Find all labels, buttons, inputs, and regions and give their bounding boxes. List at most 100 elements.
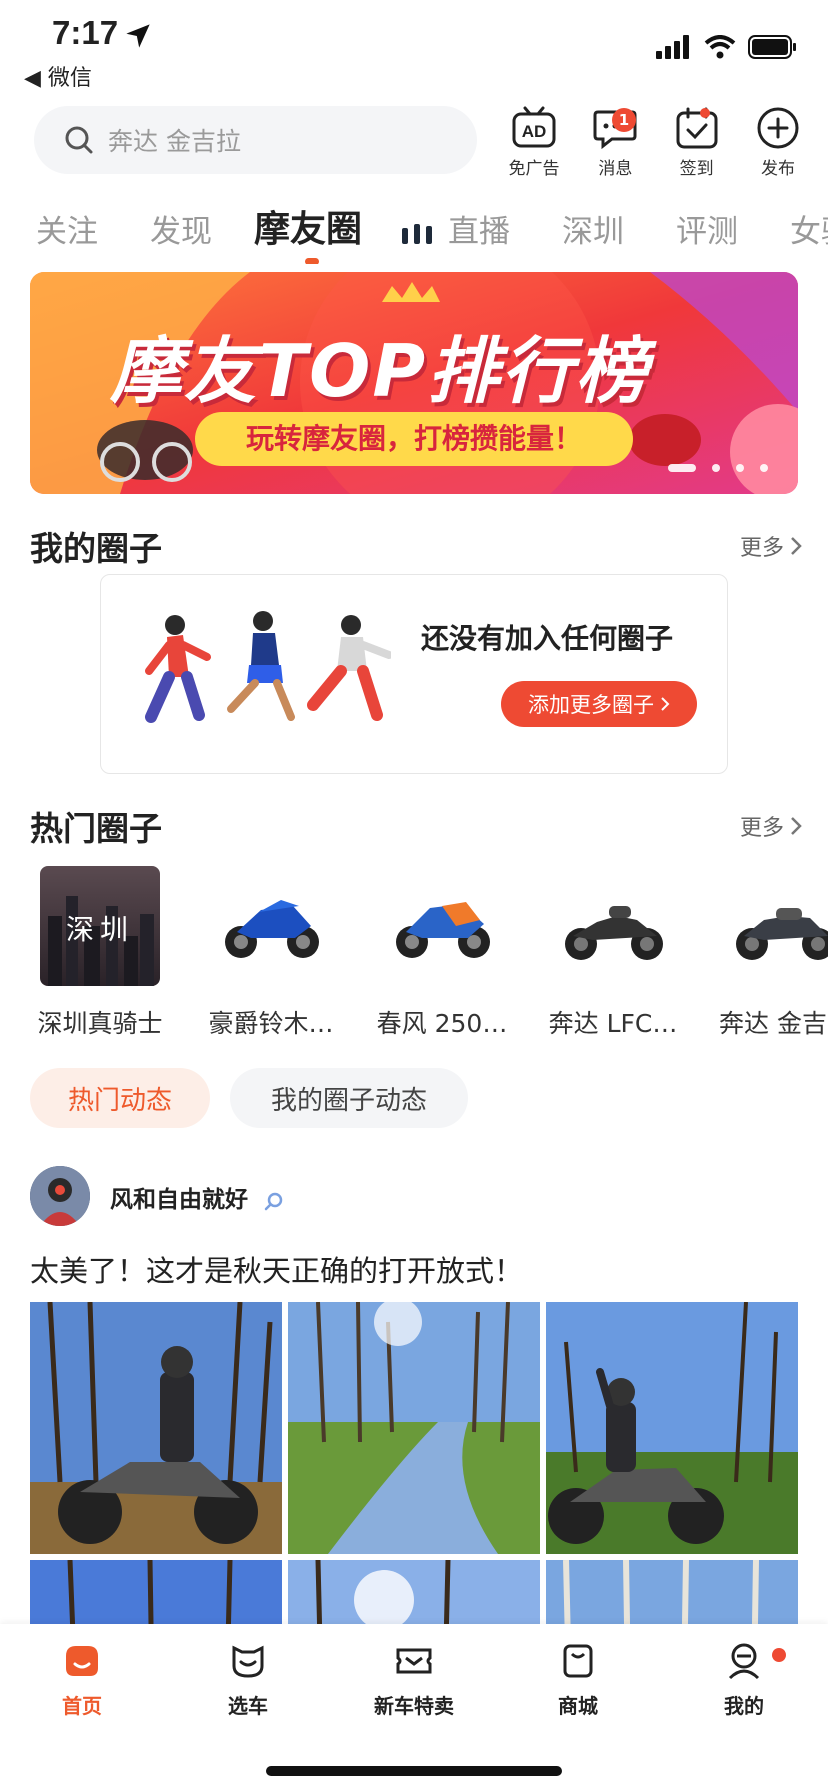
publish-label: 发布 xyxy=(760,159,795,179)
ranking-banner[interactable]: 摩友TOP排行榜 玩转摩友圈，打榜攒能量！ xyxy=(30,272,798,494)
more-label: 更多 xyxy=(739,816,784,841)
checkin-dot xyxy=(700,108,710,118)
avatar[interactable] xyxy=(30,1166,90,1226)
motorcycle-image xyxy=(736,908,828,960)
active-tab-indicator xyxy=(305,258,319,264)
motorcycle-image xyxy=(565,906,663,960)
tab-discover[interactable]: 发现 xyxy=(150,206,212,251)
tab-select-car-label: 选车 xyxy=(228,1694,268,1718)
add-circles-button[interactable]: 添加更多圈子 xyxy=(501,681,697,727)
shop-icon xyxy=(563,1644,593,1678)
post-text: 太美了！这才是秋天正确的打开放式！ xyxy=(30,1254,524,1288)
carousel-dot xyxy=(712,464,720,472)
banner-title: 摩友TOP排行榜 xyxy=(110,329,650,413)
carousel-dot xyxy=(736,464,744,472)
checkin-icon xyxy=(676,107,718,149)
no-ads-button[interactable]: AD 免广告 xyxy=(496,106,572,186)
hot-circles-list: 深圳 深圳真骑士 豪爵铃木… 春风 250… 奔达 LFC… 奔达 金吉 xyxy=(0,860,828,1040)
circle-thumbnail xyxy=(553,866,673,986)
hot-circle-item[interactable]: 深圳 深圳真骑士 xyxy=(15,860,185,1040)
circle-thumbnail xyxy=(211,866,331,986)
signal-icon xyxy=(656,35,689,59)
tab-female-rider[interactable]: 女骑 xyxy=(790,206,828,251)
message-badge: 1 xyxy=(612,108,636,132)
chevron-right-icon xyxy=(791,817,802,835)
back-to-app[interactable]: ◀ 微信 xyxy=(24,60,92,92)
publish-button[interactable]: 发布 xyxy=(740,106,816,186)
tab-shop[interactable]: 商城 xyxy=(518,1642,638,1719)
ad-icon: AD xyxy=(512,106,556,148)
tab-shop-label: 商城 xyxy=(558,1694,598,1718)
forest-stream-photo xyxy=(288,1302,540,1554)
post-photo-grid xyxy=(30,1302,798,1624)
messages-label: 消息 xyxy=(598,159,633,179)
username-label: 风和自由就好 xyxy=(110,1187,248,1213)
circle-name: 深圳真骑士 xyxy=(37,1009,163,1038)
plus-circle-icon xyxy=(757,107,799,149)
svg-text:AD: AD xyxy=(522,122,547,141)
status-time: 7:17 xyxy=(52,14,119,51)
empty-circles-card: 还没有加入任何圈子 添加更多圈子 xyxy=(100,574,728,774)
more-label: 更多 xyxy=(739,536,784,561)
filter-hot-feed[interactable]: 热门动态 xyxy=(30,1068,210,1128)
status-icons xyxy=(656,34,798,60)
tab-follow[interactable]: 关注 xyxy=(36,206,98,251)
tab-new-car-sale-label: 新车特卖 xyxy=(374,1694,454,1718)
post-photo[interactable] xyxy=(288,1560,540,1624)
no-ads-label: 免广告 xyxy=(508,159,560,179)
circle-thumbnail: 深圳 xyxy=(40,866,160,986)
search-bar[interactable]: 奔达 金吉拉 xyxy=(34,106,477,174)
rider-avatar-image xyxy=(30,1166,90,1226)
tab-live[interactable]: 直播 xyxy=(448,206,510,251)
my-circles-title: 我的圈子 xyxy=(30,529,162,568)
battery-icon xyxy=(748,35,796,59)
hot-circles-more[interactable]: 更多 xyxy=(740,810,802,842)
my-circles-more[interactable]: 更多 xyxy=(740,530,802,562)
checkin-button[interactable]: 签到 xyxy=(659,106,735,186)
profile-icon xyxy=(728,1643,760,1680)
sunlit-trees-photo xyxy=(288,1560,540,1624)
tab-new-car-sale[interactable]: 新车特卖 xyxy=(354,1642,474,1719)
tab-moyouquan[interactable]: 摩友圈 xyxy=(254,200,362,252)
birch-trees-photo xyxy=(546,1560,798,1624)
thumb-text: 深圳 xyxy=(65,913,134,946)
post-username[interactable]: 风和自由就好 xyxy=(110,1180,284,1214)
post-photo[interactable] xyxy=(546,1560,798,1624)
add-circles-label: 添加更多圈子 xyxy=(528,693,654,717)
banner-subtitle: 玩转摩友圈，打榜攒能量！ xyxy=(195,412,633,466)
circle-thumbnail xyxy=(724,866,828,986)
hot-circle-item[interactable]: 豪爵铃木… xyxy=(186,860,356,1040)
tab-select-car[interactable]: 选车 xyxy=(188,1642,308,1719)
running-people-illustration xyxy=(145,611,391,723)
circle-name: 春风 250… xyxy=(376,1009,508,1038)
hot-circle-item[interactable]: 春风 250… xyxy=(357,860,527,1040)
tab-home[interactable]: 首页 xyxy=(22,1642,142,1719)
circle-name: 奔达 金吉 xyxy=(719,1009,827,1038)
rider-waving-photo xyxy=(546,1302,798,1554)
search-user-icon xyxy=(264,1192,283,1210)
home-icon xyxy=(66,1646,98,1676)
circle-name: 豪爵铃木… xyxy=(208,1009,334,1038)
hot-circle-item[interactable]: 奔达 LFC… xyxy=(528,860,698,1040)
hot-circles-title: 热门圈子 xyxy=(30,809,162,848)
tab-home-label: 首页 xyxy=(62,1694,102,1718)
ticket-icon xyxy=(396,1648,432,1674)
carousel-dot-active xyxy=(668,464,696,472)
motorcycle-image xyxy=(225,900,319,958)
post-photo[interactable] xyxy=(30,1302,282,1554)
tab-profile[interactable]: 我的 xyxy=(684,1642,804,1719)
tab-shenzhen[interactable]: 深圳 xyxy=(562,206,624,251)
tab-review[interactable]: 评测 xyxy=(676,206,738,251)
post-photo[interactable] xyxy=(288,1302,540,1554)
post-photo[interactable] xyxy=(546,1302,798,1554)
circle-thumbnail xyxy=(382,866,502,986)
checkin-label: 签到 xyxy=(679,159,714,179)
search-placeholder: 奔达 金吉拉 xyxy=(108,127,241,156)
post-photo[interactable] xyxy=(30,1560,282,1624)
chevron-right-icon xyxy=(661,697,670,711)
trees-photo xyxy=(30,1560,282,1624)
chevron-right-icon xyxy=(791,537,802,555)
hot-circle-item[interactable]: 奔达 金吉 xyxy=(699,860,828,1040)
live-bars-icon xyxy=(402,222,434,248)
filter-my-circles-feed[interactable]: 我的圈子动态 xyxy=(230,1068,468,1128)
